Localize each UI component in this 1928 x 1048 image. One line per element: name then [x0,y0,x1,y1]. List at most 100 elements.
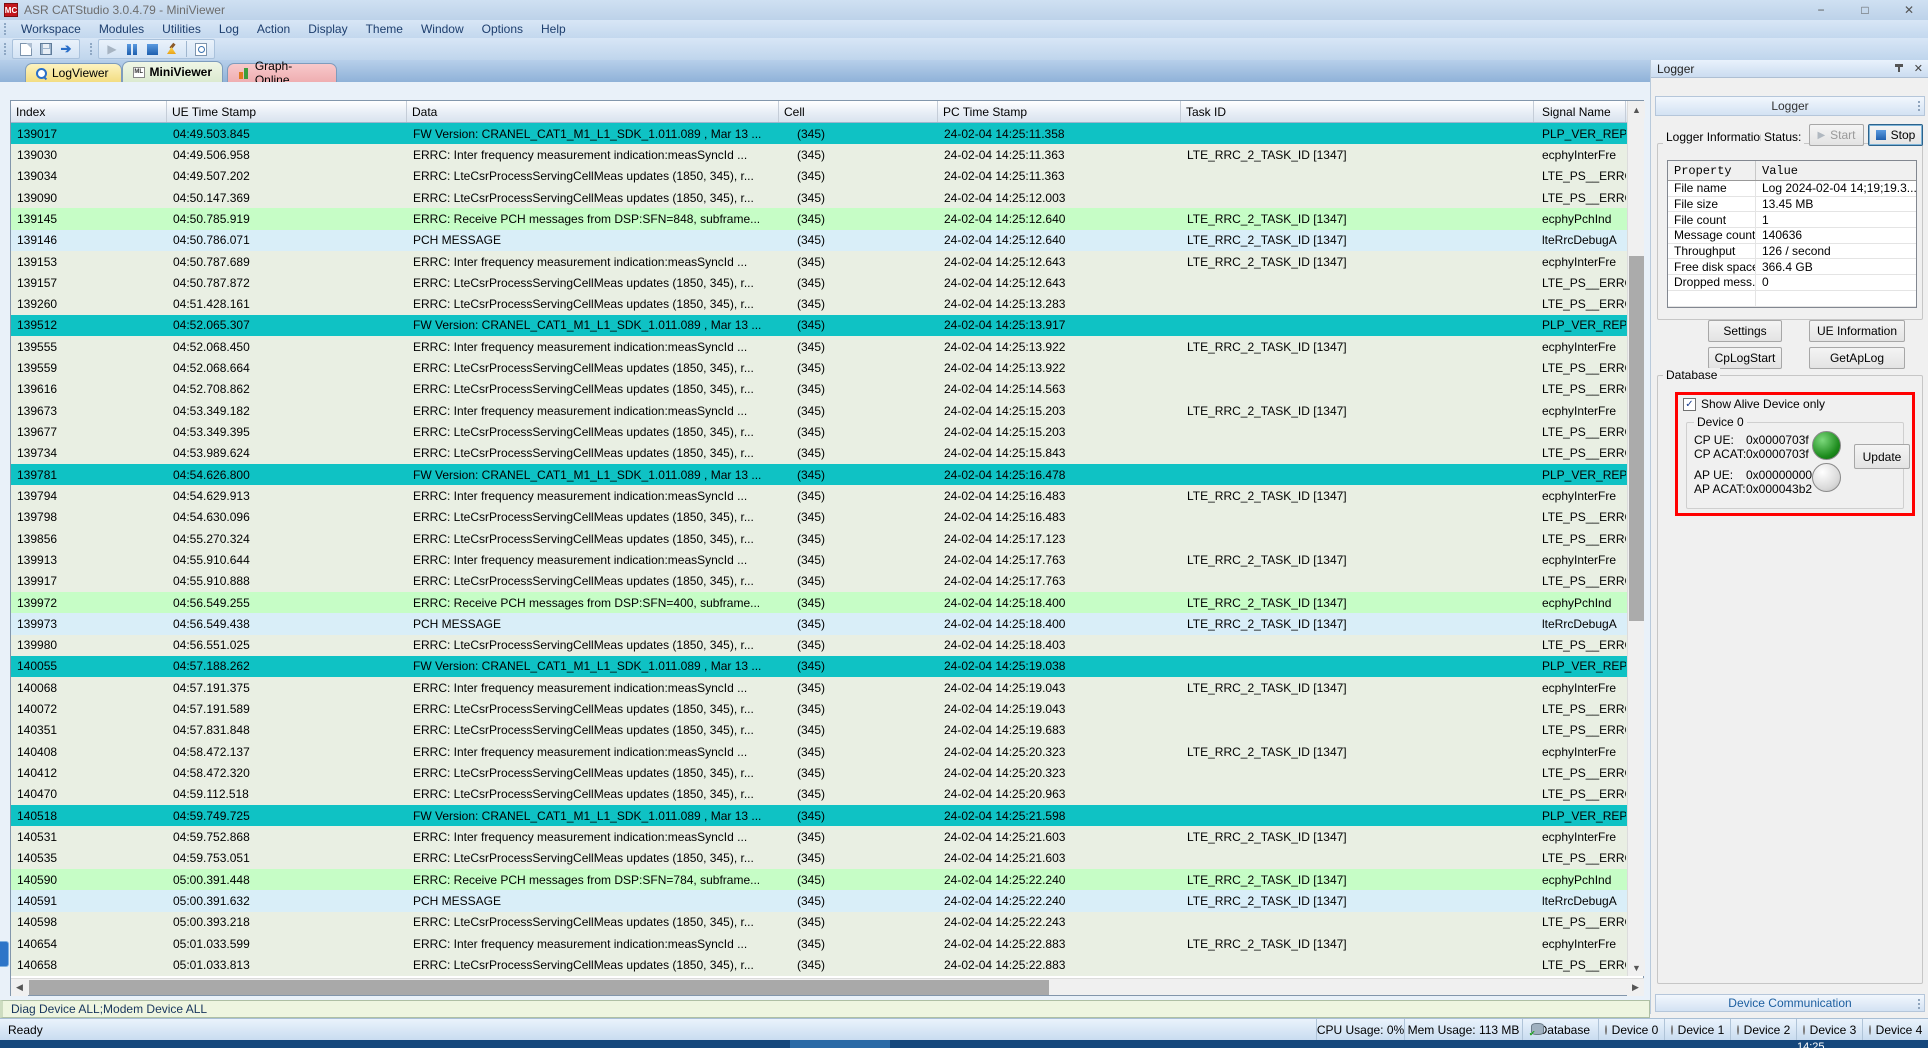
table-row[interactable]: 13955904:52.068.664ERRC: LteCsrProcessSe… [11,357,1627,378]
scroll-up-arrow-icon[interactable]: ▲ [1628,101,1645,118]
menu-item-log[interactable]: Log [210,20,248,38]
table-row[interactable]: 13979404:54.629.913ERRC: Inter frequency… [11,485,1627,506]
table-row[interactable]: 14053104:59.752.868ERRC: Inter frequency… [11,826,1627,847]
property-row[interactable] [1668,291,1916,307]
getaplog-button[interactable]: GetApLog [1809,347,1905,369]
clear-button[interactable] [162,40,182,58]
table-row[interactable]: 14051804:59.749.725FW Version: CRANEL_CA… [11,805,1627,826]
table-row[interactable]: 14007204:57.191.589ERRC: LteCsrProcessSe… [11,698,1627,719]
table-row[interactable]: 13909004:50.147.369ERRC: LteCsrProcessSe… [11,187,1627,208]
statusbar-device-0[interactable]: Device 0 [1598,1019,1664,1041]
ue-information-button[interactable]: UE Information [1809,320,1905,342]
show-alive-device-checkbox-row[interactable]: ✓ Show Alive Device only [1683,397,1825,411]
pin-icon[interactable] [1894,63,1904,75]
settings-button[interactable]: Settings [1708,320,1782,342]
horizontal-scrollbar[interactable]: ◀ ▶ [11,978,1644,995]
table-row[interactable]: 13915304:50.787.689ERRC: Inter frequency… [11,251,1627,272]
table-row[interactable]: 13967704:53.349.395ERRC: LteCsrProcessSe… [11,421,1627,442]
table-row[interactable]: 13961604:52.708.862ERRC: LteCsrProcessSe… [11,379,1627,400]
tab-graph-online[interactable]: Graph-Online [227,63,337,82]
cplogstart-button[interactable]: CpLogStart [1708,347,1782,369]
table-row[interactable]: 14059005:00.391.448ERRC: Receive PCH mes… [11,869,1627,890]
vertical-scrollbar[interactable]: ▲ ▼ [1627,101,1644,976]
table-row[interactable]: 14053504:59.753.051ERRC: LteCsrProcessSe… [11,848,1627,869]
table-row[interactable]: 14035104:57.831.848ERRC: LteCsrProcessSe… [11,720,1627,741]
pause-button[interactable] [122,40,142,58]
tab-logviewer[interactable]: LogViewer [25,63,122,82]
vertical-scroll-thumb[interactable] [1629,256,1644,621]
menu-item-window[interactable]: Window [412,20,473,38]
table-row[interactable]: 13967304:53.349.182ERRC: Inter frequency… [11,400,1627,421]
table-row[interactable]: 13985604:55.270.324ERRC: LteCsrProcessSe… [11,528,1627,549]
stop-button[interactable] [142,40,162,58]
horizontal-scroll-thumb[interactable] [29,980,1049,995]
menu-item-help[interactable]: Help [532,20,575,38]
pane-close-icon[interactable]: ✕ [1914,62,1923,75]
table-row[interactable]: 14041204:58.472.320ERRC: LteCsrProcessSe… [11,762,1627,783]
menu-item-utilities[interactable]: Utilities [153,20,210,38]
menu-item-theme[interactable]: Theme [357,20,412,38]
table-row[interactable]: 13997304:56.549.438PCH MESSAGE(345)24-02… [11,613,1627,634]
table-row[interactable]: 14065805:01.033.813ERRC: LteCsrProcessSe… [11,954,1627,975]
table-row[interactable]: 14040804:58.472.137ERRC: Inter frequency… [11,741,1627,762]
table-row[interactable]: 13973404:53.989.624ERRC: LteCsrProcessSe… [11,443,1627,464]
workspace-open-button[interactable] [16,40,36,58]
table-row[interactable]: 13903404:49.507.202ERRC: LteCsrProcessSe… [11,166,1627,187]
table-row[interactable]: 14059105:00.391.632PCH MESSAGE(345)24-02… [11,890,1627,911]
database-status[interactable]: Database [1522,1019,1598,1041]
table-row[interactable]: 14005504:57.188.262FW Version: CRANEL_CA… [11,656,1627,677]
table-row[interactable]: 13998004:56.551.025ERRC: LteCsrProcessSe… [11,635,1627,656]
property-row[interactable]: File size13.45 MB [1668,197,1916,213]
column-header-pc-time-stamp[interactable]: PC Time Stamp [938,101,1181,122]
show-alive-device-checkbox[interactable]: ✓ [1683,398,1696,411]
save-button[interactable] [36,40,56,58]
table-row[interactable]: 13901704:49.503.845FW Version: CRANEL_CA… [11,123,1627,144]
column-header-ue-time-stamp[interactable]: UE Time Stamp [167,101,407,122]
property-row[interactable]: Throughput126 / second [1668,244,1916,260]
stop-button[interactable]: Stop [1868,124,1923,146]
table-row[interactable]: 13915704:50.787.872ERRC: LteCsrProcessSe… [11,272,1627,293]
table-row[interactable]: 13951204:52.065.307FW Version: CRANEL_CA… [11,315,1627,336]
statusbar-device-4[interactable]: Device 4 [1862,1019,1928,1041]
table-row[interactable]: 13991704:55.910.888ERRC: LteCsrProcessSe… [11,571,1627,592]
table-row[interactable]: 13978104:54.626.800FW Version: CRANEL_CA… [11,464,1627,485]
menu-item-display[interactable]: Display [299,20,356,38]
table-row[interactable]: 14059805:00.393.218ERRC: LteCsrProcessSe… [11,912,1627,933]
property-row[interactable]: File nameLog 2024-02-04 14;19;19.3... [1668,181,1916,197]
menu-item-workspace[interactable]: Workspace [12,20,90,38]
table-row[interactable]: 13926004:51.428.161ERRC: LteCsrProcessSe… [11,294,1627,315]
property-row[interactable]: Dropped mess...0 [1668,275,1916,291]
table-row[interactable]: 13914504:50.785.919ERRC: Receive PCH mes… [11,208,1627,229]
scroll-left-arrow-icon[interactable]: ◀ [11,979,28,996]
menu-item-options[interactable]: Options [473,20,532,38]
statusbar-device-2[interactable]: Device 2 [1730,1019,1796,1041]
go-button[interactable]: ➔ [56,40,76,58]
property-row[interactable]: File count1 [1668,212,1916,228]
column-header-signal-name[interactable]: Signal Name [1534,101,1626,122]
table-row[interactable]: 13991304:55.910.644ERRC: Inter frequency… [11,549,1627,570]
column-header-cell[interactable]: Cell [779,101,938,122]
menu-item-modules[interactable]: Modules [90,20,153,38]
update-button[interactable]: Update [1854,444,1910,469]
column-header-index[interactable]: Index [11,101,167,122]
statusbar-device-1[interactable]: Device 1 [1664,1019,1730,1041]
diag-filter-bar[interactable]: Diag Device ALL;Modem Device ALL [0,1000,1650,1018]
statusbar-device-3[interactable]: Device 3 [1796,1019,1862,1041]
scroll-down-arrow-icon[interactable]: ▼ [1628,959,1645,976]
report-button[interactable] [191,40,211,58]
table-row[interactable]: 14047004:59.112.518ERRC: LteCsrProcessSe… [11,784,1627,805]
property-row[interactable]: Message count140636 [1668,228,1916,244]
start-button[interactable]: ▶ Start [1809,124,1864,146]
close-button[interactable]: ✕ [1898,3,1920,17]
device-communication-caption[interactable]: Device Communication [1655,994,1925,1012]
table-row[interactable]: 13903004:49.506.958ERRC: Inter frequency… [11,144,1627,165]
scroll-right-arrow-icon[interactable]: ▶ [1627,979,1644,996]
minimize-button[interactable]: − [1810,3,1832,17]
menu-item-action[interactable]: Action [248,20,299,38]
table-row[interactable]: 14006804:57.191.375ERRC: Inter frequency… [11,677,1627,698]
table-row[interactable]: 14065405:01.033.599ERRC: Inter frequency… [11,933,1627,954]
table-row[interactable]: 13955504:52.068.450ERRC: Inter frequency… [11,336,1627,357]
play-button[interactable]: ▶ [102,40,122,58]
tab-miniviewer[interactable]: ML MiniViewer [122,61,223,82]
property-row[interactable]: Free disk space366.4 GB [1668,259,1916,275]
